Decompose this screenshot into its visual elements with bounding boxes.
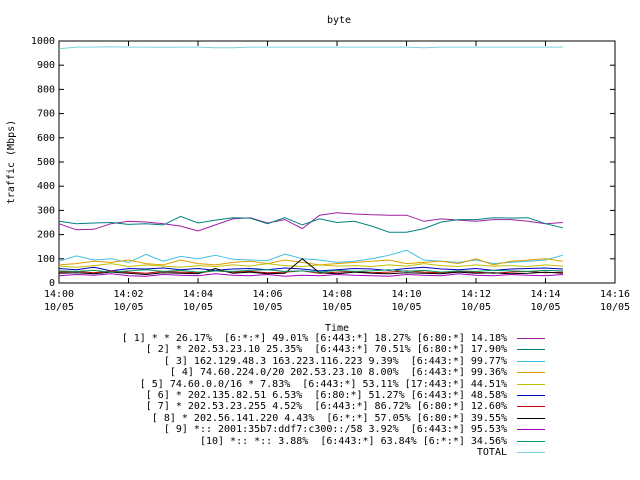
legend-swatch xyxy=(517,383,545,385)
y-tick-label: 600 xyxy=(37,133,55,144)
legend-swatch xyxy=(517,406,545,408)
x-tick-label-time: 14:00 xyxy=(44,289,74,300)
y-tick-label: 700 xyxy=(37,109,55,120)
legend-entry: [ 4] 74.60.224.0/20 202.53.23.10 8.00% [… xyxy=(0,367,640,378)
legend-label: [ 4] 74.60.224.0/20 202.53.23.10 8.00% [… xyxy=(169,367,507,379)
y-tick-label: 1000 xyxy=(31,36,55,47)
y-tick-label: 100 xyxy=(37,254,55,265)
legend-entry: [ 6] * 202.135.82.51 6.53% [6:80:*] 51.2… xyxy=(0,390,640,401)
x-tick-label-date: 10/05 xyxy=(44,302,74,313)
y-tick-label: 900 xyxy=(37,60,55,71)
legend-label: [ 5] 74.60.0.0/16 * 7.83% [6:443:*] 53.1… xyxy=(139,378,507,390)
legend-swatch xyxy=(517,417,545,419)
x-tick-label-time: 14:08 xyxy=(322,289,352,300)
x-tick-label-date: 10/05 xyxy=(113,302,143,313)
legend-swatch xyxy=(517,372,545,374)
legend-label: [ 1] * * 26.17% [6:*:*] 49.01% [6:443:*]… xyxy=(121,333,507,344)
legend-entry: [ 5] 74.60.0.0/16 * 7.83% [6:443:*] 53.1… xyxy=(0,379,640,390)
series-line-2 xyxy=(58,215,564,233)
legend-label: [ 9] *:: 2001:35b7:ddf7:c300::/58 3.92% … xyxy=(163,424,507,436)
legend-swatch xyxy=(517,429,545,431)
legend-label: [ 7] * 202.53.23.255 4.52% [6:443:*] 86.… xyxy=(145,401,507,413)
x-tick-label-time: 14:14 xyxy=(530,289,560,300)
y-axis-label: traffic (Mbps) xyxy=(6,120,17,204)
chart-title: byte xyxy=(327,15,351,26)
legend-label: [ 2] * 202.53.23.10 25.35% [6:443:*] 70.… xyxy=(145,344,507,356)
x-tick-label-date: 10/05 xyxy=(530,302,560,313)
y-tick-label: 400 xyxy=(37,181,55,192)
legend-entry: [ 9] *:: 2001:35b7:ddf7:c300::/58 3.92% … xyxy=(0,424,640,435)
y-tick-label: 200 xyxy=(37,230,55,241)
legend-swatch xyxy=(517,440,545,442)
x-tick-label-time: 14:16 xyxy=(600,289,630,300)
x-tick-label-date: 10/05 xyxy=(600,302,630,313)
legend-entry: [ 1] * * 26.17% [6:*:*] 49.01% [6:443:*]… xyxy=(0,333,640,344)
y-tick-label: 500 xyxy=(37,157,55,168)
legend: [ 1] * * 26.17% [6:*:*] 49.01% [6:443:*]… xyxy=(0,333,640,458)
legend-label: [ 3] 162.129.48.3 163.223.116.223 9.39% … xyxy=(163,355,507,367)
legend-label: [ 6] * 202.135.82.51 6.53% [6:80:*] 51.2… xyxy=(145,389,507,401)
legend-entry: [10] *:: *:: 3.88% [6:443:*] 63.84% [6:*… xyxy=(0,436,640,447)
y-tick-label: 800 xyxy=(37,84,55,95)
series-layer xyxy=(58,46,564,277)
x-tick-label-date: 10/05 xyxy=(391,302,421,313)
legend-entry: [ 3] 162.129.48.3 163.223.116.223 9.39% … xyxy=(0,356,640,367)
x-tick-label-date: 10/05 xyxy=(252,302,282,313)
y-axis: 0 100 200 300 400 500 600 700 800 900 1000 xyxy=(31,36,615,289)
x-tick-label-time: 14:12 xyxy=(461,289,491,300)
legend-swatch xyxy=(517,451,545,453)
y-tick-label: 300 xyxy=(37,205,55,216)
x-tick-label-date: 10/05 xyxy=(322,302,352,313)
plot-frame xyxy=(58,40,616,284)
legend-label: TOTAL xyxy=(476,446,507,458)
series-line-11 xyxy=(58,46,563,50)
legend-entry: TOTAL xyxy=(0,447,640,458)
x-tick-label-date: 10/05 xyxy=(183,302,213,313)
legend-entry: [ 8] * 202.56.141.220 4.43% [6:*:*] 57.0… xyxy=(0,413,640,424)
legend-entry: [ 7] * 202.53.23.255 4.52% [6:443:*] 86.… xyxy=(0,401,640,412)
x-tick-label-time: 14:04 xyxy=(183,289,213,300)
legend-entry: [ 2] * 202.53.23.10 25.35% [6:443:*] 70.… xyxy=(0,344,640,355)
x-tick-label-time: 14:06 xyxy=(252,289,282,300)
legend-swatch xyxy=(517,338,545,339)
legend-label: [ 8] * 202.56.141.220 4.43% [6:*:*] 57.0… xyxy=(151,412,507,424)
legend-swatch xyxy=(517,349,545,351)
y-tick-label: 0 xyxy=(49,278,55,289)
legend-swatch xyxy=(517,394,545,396)
x-tick-label-time: 14:10 xyxy=(391,289,421,300)
legend-swatch xyxy=(517,360,545,362)
legend-label: [10] *:: *:: 3.88% [6:443:*] 63.84% [6:*… xyxy=(199,435,507,447)
x-tick-label-time: 14:02 xyxy=(113,289,143,300)
x-tick-label-date: 10/05 xyxy=(461,302,491,313)
